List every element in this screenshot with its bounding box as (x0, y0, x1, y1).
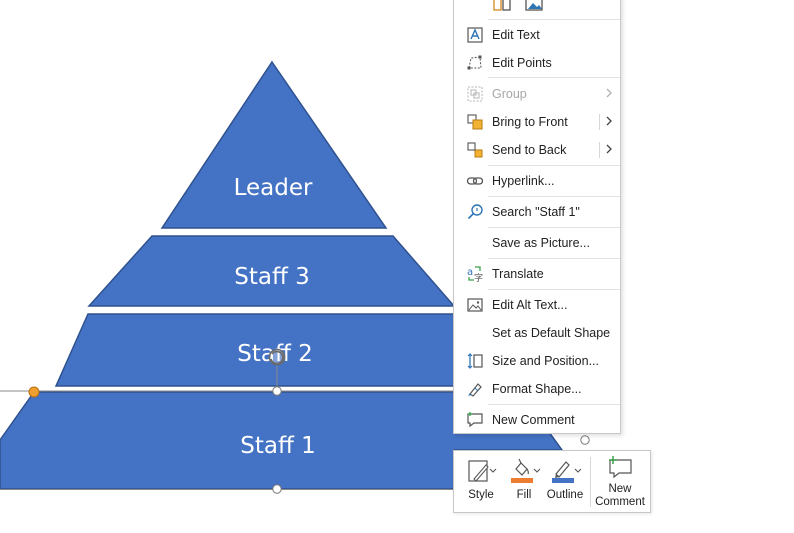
menu-label-save-as-picture: Save as Picture... (492, 236, 590, 250)
menu-label-edit-alt-text: Edit Alt Text... (492, 298, 568, 312)
svg-text:a: a (467, 267, 473, 278)
menu-label-bring-to-front: Bring to Front (492, 115, 568, 129)
translate-icon: a 字 (467, 266, 483, 283)
menu-item-group[interactable]: Group (454, 81, 620, 107)
new-comment-label-line2: Comment (595, 496, 645, 508)
menu-item-bring-to-front[interactable]: Bring to Front (454, 109, 620, 135)
chevron-right-icon[interactable] (604, 114, 614, 128)
menu-label-edit-text: Edit Text (492, 28, 540, 42)
menu-item-hyperlink[interactable]: Hyperlink... (454, 168, 620, 194)
picture-icon[interactable] (524, 0, 546, 13)
search-icon (467, 204, 483, 220)
outline-label: Outline (546, 489, 584, 501)
chevron-right-icon[interactable] (604, 142, 614, 156)
style-button[interactable]: Style (458, 451, 504, 512)
layout-icon[interactable] (492, 0, 514, 13)
svg-text:字: 字 (474, 272, 483, 283)
new-comment-label-line1: New (608, 483, 632, 495)
send-to-back-icon (467, 142, 483, 158)
menu-label-translate: Translate (492, 267, 544, 281)
outline-button[interactable]: Outline (542, 451, 588, 512)
comment-icon (467, 412, 483, 428)
menu-item-size-and-position[interactable]: Size and Position... (454, 348, 620, 374)
bring-to-front-icon (467, 114, 483, 130)
fill-button[interactable]: Fill (504, 451, 544, 512)
size-position-icon (467, 353, 483, 369)
pyramid-tier-staff-3[interactable]: Staff 3 (87, 235, 456, 307)
menu-label-edit-points: Edit Points (492, 56, 552, 70)
adjust-handle[interactable] (28, 386, 40, 398)
resize-handle-right[interactable] (580, 435, 590, 445)
resize-handle-top[interactable] (272, 386, 282, 396)
outline-color-swatch (552, 478, 574, 483)
group-icon (467, 86, 483, 102)
pyramid-tier-leader[interactable]: Leader (160, 60, 388, 229)
chevron-right-icon (606, 88, 612, 98)
menu-label-hyperlink: Hyperlink... (492, 174, 555, 188)
menu-item-format-shape[interactable]: Format Shape... (454, 376, 620, 402)
edit-points-icon (467, 55, 482, 70)
shape-style-icon (468, 460, 497, 482)
pyramid-tier-staff-2[interactable]: Staff 2 (54, 313, 455, 387)
fill-bucket-icon (511, 458, 541, 483)
resize-handle-bottom[interactable] (272, 484, 282, 494)
menu-label-new-comment: New Comment (492, 413, 575, 427)
menu-item-send-to-back[interactable]: Send to Back (454, 137, 620, 163)
edit-text-icon (467, 27, 483, 43)
new-comment-button[interactable]: New Comment (592, 451, 648, 512)
fill-label: Fill (516, 489, 532, 501)
menu-label-group: Group (492, 87, 527, 101)
tier-label-staff-1: Staff 1 (240, 433, 316, 459)
fill-color-swatch (511, 478, 533, 483)
context-menu: Edit Text Edit Points Group Bring to Fro… (453, 0, 621, 434)
menu-item-search[interactable]: Search "Staff 1" (454, 199, 620, 225)
format-shape-icon (468, 383, 482, 397)
menu-item-set-default-shape[interactable]: Set as Default Shape (454, 320, 620, 346)
outline-pen-icon (552, 461, 582, 483)
menu-item-edit-points[interactable]: Edit Points (454, 50, 620, 76)
menu-item-save-as-picture[interactable]: Save as Picture... (454, 230, 620, 256)
rotate-handle-icon[interactable] (268, 348, 286, 366)
new-comment-icon (609, 456, 632, 479)
menu-label-size-and-position: Size and Position... (492, 354, 600, 368)
mini-toolbar: Style Fill Outline New Comment (453, 450, 651, 513)
menu-label-send-to-back: Send to Back (492, 143, 567, 157)
link-icon (466, 177, 484, 185)
alt-text-icon (467, 298, 483, 312)
menu-item-new-comment[interactable]: New Comment (454, 407, 620, 433)
tier-label-staff-3: Staff 3 (234, 264, 310, 290)
menu-item-translate[interactable]: a 字 Translate (454, 261, 620, 287)
style-label: Style (468, 489, 494, 501)
menu-label-format-shape: Format Shape... (492, 382, 582, 396)
menu-item-edit-alt-text[interactable]: Edit Alt Text... (454, 292, 620, 318)
tier-label-leader: Leader (234, 175, 313, 201)
menu-label-search: Search "Staff 1" (492, 205, 580, 219)
menu-item-edit-text[interactable]: Edit Text (454, 22, 620, 48)
menu-label-set-default-shape: Set as Default Shape (492, 326, 611, 340)
slide-canvas[interactable]: Leader Staff 3 Staff 2 Staff 1 (0, 0, 794, 533)
